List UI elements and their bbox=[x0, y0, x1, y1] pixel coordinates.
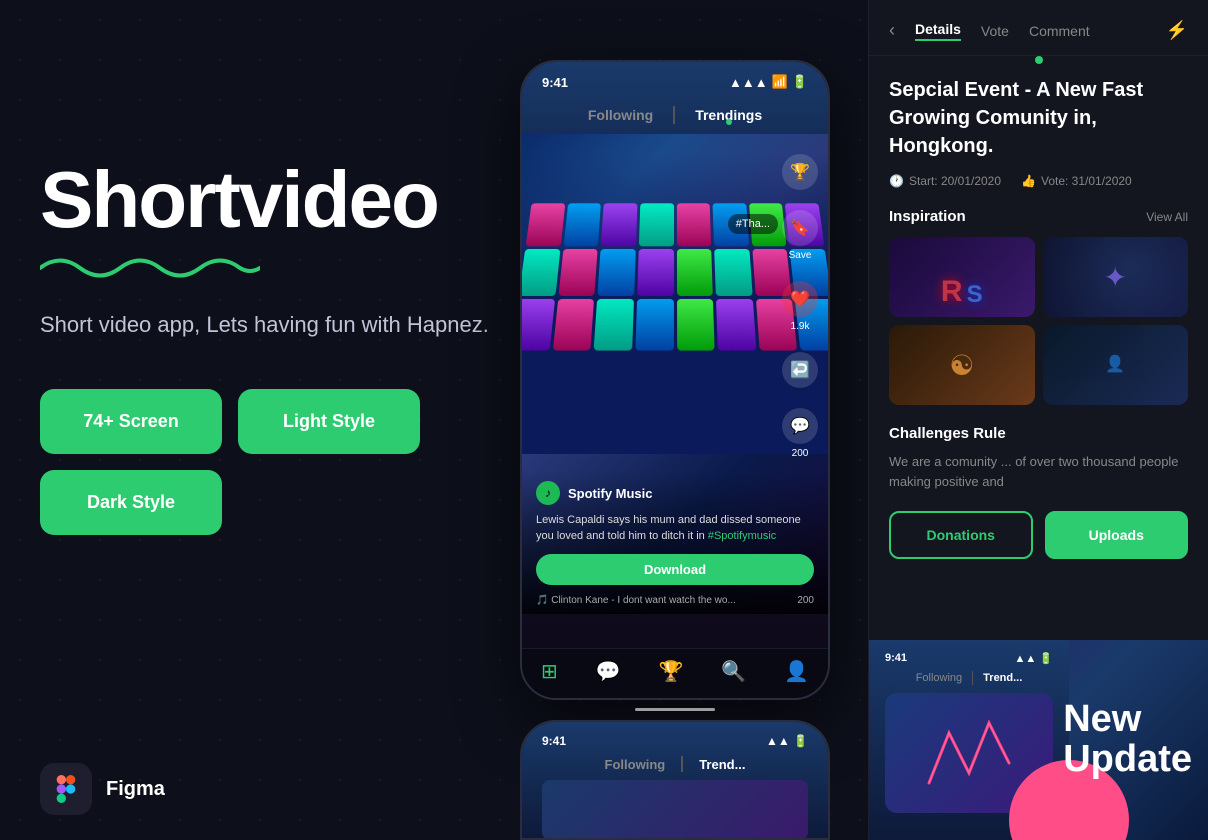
phone2-status: ▲▲ 🔋 bbox=[766, 734, 808, 748]
challenges-text: We are a comunity ... of over two thousa… bbox=[889, 452, 1188, 491]
hero-subtitle: Short video app, Lets having fun with Ha… bbox=[40, 308, 520, 341]
tab-vote[interactable]: Vote bbox=[981, 23, 1009, 39]
phone-bottom-info: ♪ Spotify Music Lewis Capaldi says his m… bbox=[522, 471, 828, 614]
clock-icon: 🕐 bbox=[889, 174, 904, 188]
vote-icon: 👍 bbox=[1021, 174, 1036, 188]
music-row: 🎵 Clinton Kane - I dont want watch the w… bbox=[536, 595, 814, 606]
back-button[interactable]: ‹ bbox=[889, 20, 895, 41]
trophy-action[interactable]: 🏆 bbox=[782, 154, 818, 190]
like-action[interactable]: ❤️ 1.9k bbox=[782, 281, 818, 332]
event-title: Sepcial Event - A New Fast Growing Comun… bbox=[889, 76, 1188, 160]
event-meta: 🕐 Start: 20/01/2020 👍 Vote: 31/01/2020 bbox=[889, 174, 1188, 188]
phone2-time: 9:41 bbox=[542, 734, 566, 748]
active-indicator-dot bbox=[1035, 56, 1043, 64]
donations-button[interactable]: Donations bbox=[889, 511, 1033, 559]
view-all-link[interactable]: View All bbox=[1146, 210, 1188, 224]
phone-bottom-nav: ⊞ 💬 🏆 🔍 👤 bbox=[522, 648, 828, 698]
new-update-line2: Update bbox=[1063, 738, 1192, 780]
share-icon[interactable]: ⚡ bbox=[1166, 20, 1188, 41]
start-date: Start: 20/01/2020 bbox=[909, 174, 1001, 188]
status-icons: ▲▲▲ 📶 🔋 bbox=[729, 74, 808, 90]
inspiration-header: Inspiration View All bbox=[889, 208, 1188, 225]
download-button[interactable]: Download bbox=[536, 554, 814, 585]
challenges-section: Challenges Rule We are a comunity ... of… bbox=[889, 425, 1188, 491]
phone-side-actions: 🏆 🔖 Save ❤️ 1.9k ↩️ 💬 200 bbox=[782, 154, 818, 459]
phone-status-bar: 9:41 ▲▲▲ 📶 🔋 bbox=[522, 62, 828, 96]
right-panel: ‹ Details Vote Comment ⚡ Sepcial Event -… bbox=[868, 0, 1208, 840]
wave-decoration bbox=[40, 248, 260, 288]
hashtag-tag: #Tha... bbox=[728, 214, 778, 234]
nav-divider bbox=[673, 106, 675, 124]
phone2-nav-divider bbox=[681, 756, 683, 772]
dark-style-button[interactable]: Dark Style bbox=[40, 470, 222, 535]
phone2-nav-following: Following bbox=[605, 757, 666, 772]
buttons-grid: 74+ Screen Light Style Dark Style bbox=[40, 389, 420, 535]
inspiration-grid: R S ✦ ☯ 👤 bbox=[889, 237, 1188, 405]
action-buttons: Donations Uploads bbox=[889, 511, 1188, 559]
inspiration-image-4: 👤 bbox=[1043, 325, 1189, 405]
challenges-title: Challenges Rule bbox=[889, 425, 1188, 442]
trophy-nav-icon[interactable]: 🏆 bbox=[658, 659, 683, 684]
comment-action[interactable]: 💬 200 bbox=[782, 408, 818, 459]
phone-mockup: 9:41 ▲▲▲ 📶 🔋 Following Trendings bbox=[520, 60, 830, 711]
search-icon[interactable]: 🔍 bbox=[721, 659, 746, 684]
phone-video-content: 🏆 🔖 Save ❤️ 1.9k ↩️ 💬 200 bbox=[522, 134, 828, 614]
new-update-label: New Update bbox=[1063, 700, 1192, 780]
new-update-line1: New bbox=[1063, 698, 1141, 740]
right-panel-header: ‹ Details Vote Comment ⚡ bbox=[869, 0, 1208, 56]
bookmark-action[interactable]: 🔖 Save bbox=[782, 210, 818, 261]
inspiration-image-3: ☯ bbox=[889, 325, 1035, 405]
new-update-section: 9:41 ▲▲ 🔋 Following Trend... bbox=[869, 640, 1208, 840]
inspiration-image-2: ✦ bbox=[1043, 237, 1189, 317]
scroll-indicator bbox=[635, 708, 715, 711]
share-action[interactable]: ↩️ bbox=[782, 352, 818, 388]
hero-title: Shortvideo bbox=[40, 160, 520, 240]
profile-icon[interactable]: 👤 bbox=[784, 659, 809, 684]
home-icon[interactable]: ⊞ bbox=[541, 659, 558, 684]
nav-trendings[interactable]: Trendings bbox=[695, 107, 762, 123]
phone-mockup-second: 9:41 ▲▲ 🔋 Following Trend... bbox=[520, 720, 830, 840]
inspiration-title: Inspiration bbox=[889, 208, 966, 225]
figma-label: Figma bbox=[106, 778, 165, 801]
nav-following[interactable]: Following bbox=[588, 107, 653, 123]
phone-nav: Following Trendings bbox=[522, 96, 828, 134]
spotify-logo: ♪ bbox=[536, 481, 560, 505]
figma-icon bbox=[40, 763, 92, 815]
inspiration-image-1: R S bbox=[889, 237, 1035, 317]
uploads-button[interactable]: Uploads bbox=[1045, 511, 1189, 559]
phone-time: 9:41 bbox=[542, 75, 568, 90]
tab-details[interactable]: Details bbox=[915, 21, 961, 41]
spotify-name: Spotify Music bbox=[568, 486, 653, 501]
figma-badge: Figma bbox=[40, 763, 165, 815]
phone2-nav-trendings: Trend... bbox=[699, 757, 745, 772]
caption-text: Lewis Capaldi says his mum and dad disse… bbox=[536, 513, 814, 544]
tab-comment[interactable]: Comment bbox=[1029, 23, 1090, 39]
chat-icon[interactable]: 💬 bbox=[596, 659, 621, 684]
vote-date: Vote: 31/01/2020 bbox=[1041, 174, 1132, 188]
light-style-button[interactable]: Light Style bbox=[238, 389, 420, 454]
screen-count-button[interactable]: 74+ Screen bbox=[40, 389, 222, 454]
